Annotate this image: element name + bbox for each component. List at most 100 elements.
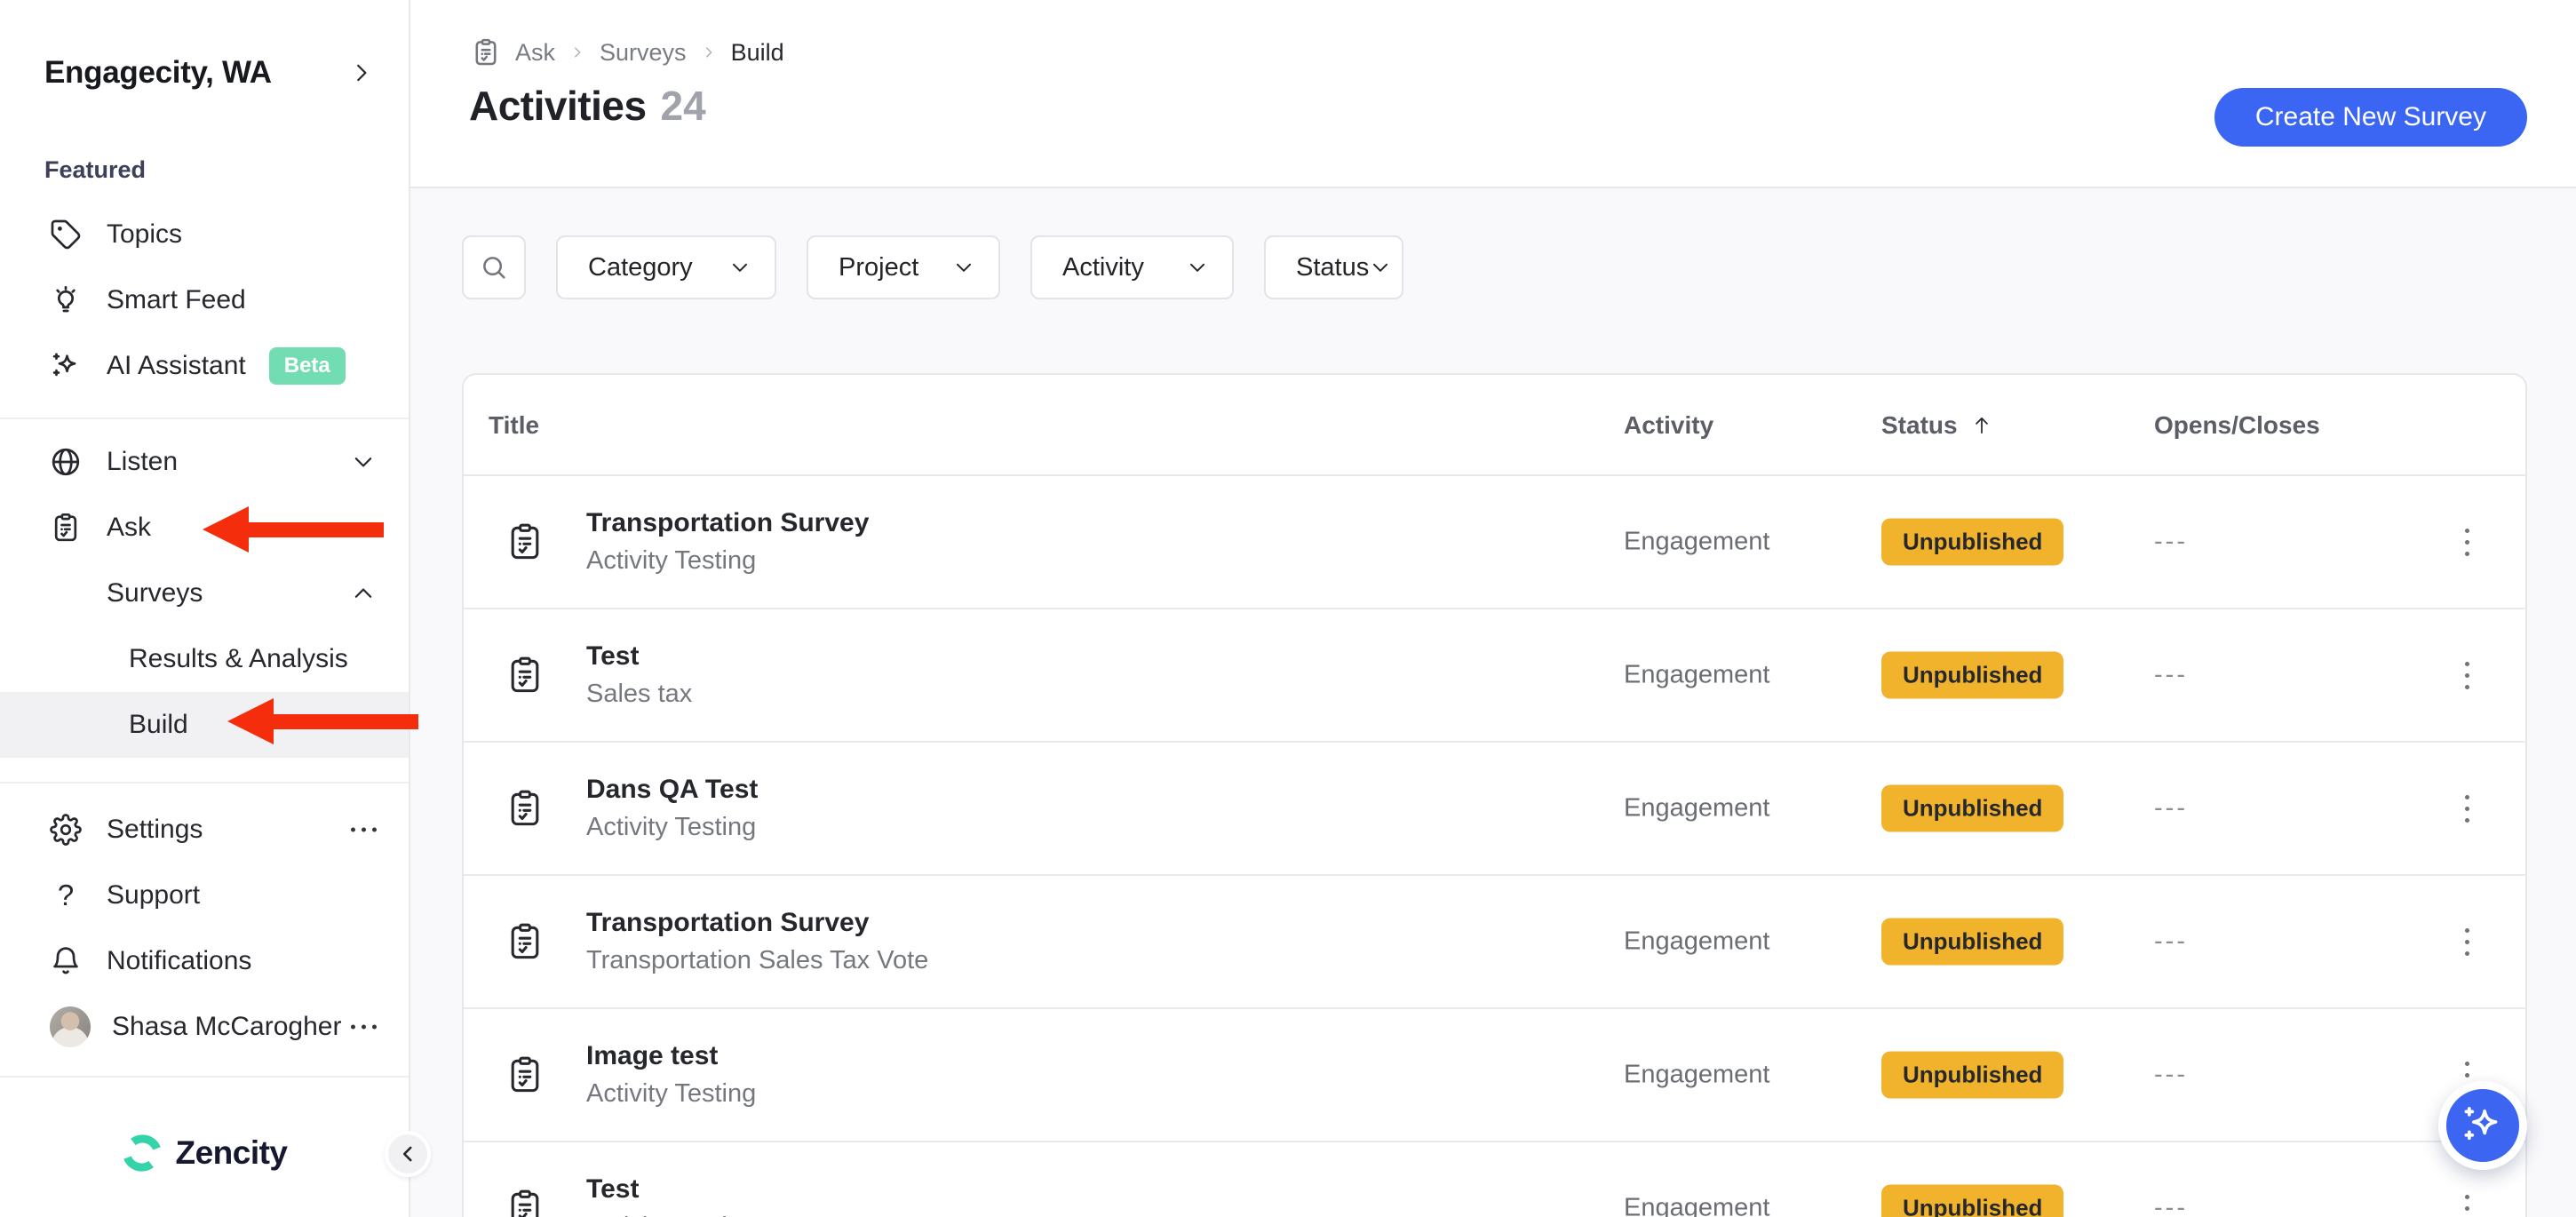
sidebar-item-ai-assistant[interactable]: AI Assistant Beta [0,333,409,399]
help-icon: ? [50,879,82,912]
survey-clipboard-icon [505,655,545,696]
row-subtitle: Activity Testing [586,1213,756,1217]
column-header-title[interactable]: Title [489,375,539,476]
status-badge: Unpublished [1881,1185,2063,1217]
zencity-logo-text: Zencity [175,1134,287,1172]
row-kebab-menu-button[interactable] [2449,783,2485,833]
tag-icon [50,219,82,251]
row-activity: Engagement [1624,1061,1769,1090]
status-badge: Unpublished [1881,919,2063,966]
row-title: Image test [586,1041,756,1071]
column-header-opens-closes[interactable]: Opens/Closes [2154,375,2320,476]
row-activity: Engagement [1624,794,1769,823]
row-activity: Engagement [1624,661,1769,690]
breadcrumb-link[interactable]: Ask [515,39,555,67]
sidebar-collapse-button[interactable] [385,1131,431,1177]
org-switcher[interactable]: Engagecity, WA [44,46,375,99]
chevron-down-icon [952,256,975,279]
column-header-activity[interactable]: Activity [1624,375,1713,476]
sidebar-item-label: Ask [107,513,151,543]
sparkle-icon [50,350,82,382]
row-subtitle: Activity Testing [586,546,869,576]
row-status-cell: Unpublished [1881,652,2063,699]
sparkle-icon [2460,1102,2506,1149]
sidebar-item-label: Build [129,710,188,740]
sidebar-item-ask[interactable]: Ask [0,495,409,561]
beta-badge: Beta [269,347,346,385]
sidebar-item-build[interactable]: Build [0,692,409,758]
chevron-up-icon[interactable] [350,514,377,541]
row-kebab-menu-button[interactable] [2449,1183,2485,1217]
activity-filter-dropdown[interactable]: Activity [1030,235,1234,299]
avatar [50,1006,91,1047]
table-body: Transportation Survey Activity Testing E… [464,476,2525,1217]
zencity-logo: Zencity [0,1118,410,1189]
sidebar-item-listen[interactable]: Listen [0,429,409,495]
page-title: Activities [469,82,647,130]
globe-icon [50,446,82,478]
table-row[interactable]: Test Sales tax Engagement Unpublished --… [464,609,2525,743]
table-row[interactable]: Transportation Survey Activity Testing E… [464,476,2525,609]
ellipsis-icon[interactable] [351,828,377,832]
row-title: Dans QA Test [586,775,758,805]
row-subtitle: Activity Testing [586,1079,756,1109]
sidebar-item-label: Topics [107,219,182,250]
table-row[interactable]: Transportation Survey Transportation Sal… [464,876,2525,1009]
sidebar-item-results-analysis[interactable]: Results & Analysis [0,626,409,692]
row-status-cell: Unpublished [1881,785,2063,832]
page-header: Ask Surveys Build Activities 24 Create N… [410,0,2576,188]
row-title-cell: Dans QA Test Activity Testing [586,775,758,842]
search-button[interactable] [462,235,526,299]
zencity-logo-mark-icon [123,1133,162,1173]
sidebar-item-surveys[interactable]: Surveys [0,561,409,626]
status-badge: Unpublished [1881,1052,2063,1099]
row-status-cell: Unpublished [1881,1185,2063,1217]
sidebar-item-smart-feed[interactable]: Smart Feed [0,267,409,333]
sidebar-item-notifications[interactable]: Notifications [0,928,409,994]
table-row[interactable]: Image test Activity Testing Engagement U… [464,1009,2525,1142]
row-activity: Engagement [1624,528,1769,557]
sidebar-item-support[interactable]: ? Support [0,863,409,928]
sidebar-divider [0,782,409,783]
sidebar-item-label: AI Assistant [107,351,246,381]
column-header-status[interactable]: Status [1881,375,1993,476]
chevron-down-icon[interactable] [350,449,377,475]
row-subtitle: Transportation Sales Tax Vote [586,946,928,975]
table-row[interactable]: Dans QA Test Activity Testing Engagement… [464,743,2525,876]
create-new-survey-button[interactable]: Create New Survey [2214,88,2527,147]
bell-icon [50,945,82,977]
row-status-cell: Unpublished [1881,919,2063,966]
row-kebab-menu-button[interactable] [2449,517,2485,567]
row-subtitle: Sales tax [586,680,692,709]
status-filter-dropdown[interactable]: Status [1264,235,1403,299]
chevron-down-icon [1186,256,1209,279]
project-filter-dropdown[interactable]: Project [807,235,1000,299]
chevron-right-icon [569,44,585,60]
row-opens-closes: --- [2154,1194,2188,1217]
table-row[interactable]: Test Activity Testing Engagement Unpubli… [464,1142,2525,1217]
survey-clipboard-icon [471,37,501,68]
sidebar-item-topics[interactable]: Topics [0,202,409,267]
row-kebab-menu-button[interactable] [2449,917,2485,966]
table-header-row: Title Activity Status Opens/Closes [464,375,2525,476]
chevron-up-icon[interactable] [350,580,377,607]
ellipsis-icon[interactable] [351,1025,377,1030]
survey-clipboard-icon [505,1054,545,1095]
survey-clipboard-icon [505,521,545,562]
sidebar-item-settings[interactable]: Settings [0,797,409,863]
sidebar-user-menu[interactable]: Shasa McCarogher [0,994,409,1060]
gear-icon [50,814,82,846]
row-title: Test [586,641,692,672]
row-title-cell: Transportation Survey Transportation Sal… [586,908,928,975]
status-badge: Unpublished [1881,785,2063,832]
survey-clipboard-icon [50,512,82,544]
ai-assistant-fab[interactable] [2438,1081,2527,1170]
filter-bar: Category Project Activity Status [462,235,1403,299]
dropdown-label: Category [588,253,693,282]
breadcrumb-link[interactable]: Surveys [600,39,687,67]
chevron-down-icon [1369,256,1392,279]
page-count: 24 [661,82,706,130]
category-filter-dropdown[interactable]: Category [556,235,776,299]
row-kebab-menu-button[interactable] [2449,650,2485,700]
row-opens-closes: --- [2154,528,2188,557]
